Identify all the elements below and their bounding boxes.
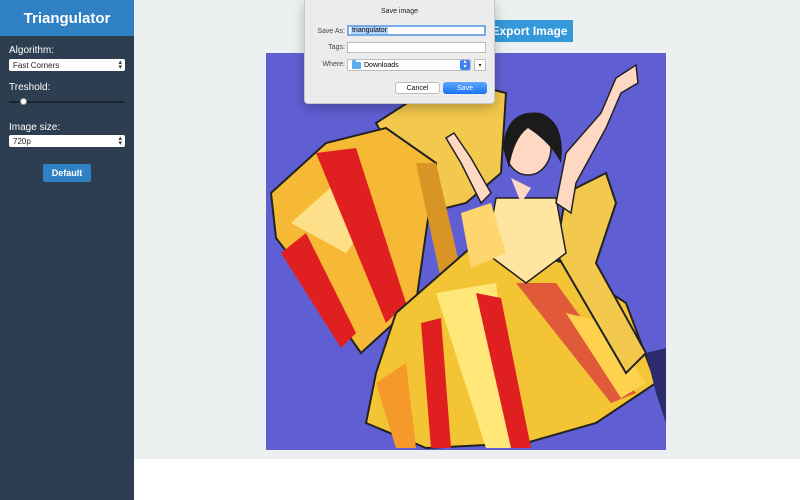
save-button[interactable]: Save: [443, 82, 487, 94]
image-size-label: Image size:: [9, 122, 61, 133]
image-size-select-value: 720p: [13, 136, 31, 146]
folder-icon: [352, 59, 361, 69]
dialog-title: Save image: [381, 8, 418, 15]
threshold-label: Treshold:: [9, 82, 51, 93]
where-select[interactable]: Downloads ▴ ▾: [347, 59, 471, 71]
chevron-updown-icon: ▴ ▾: [118, 59, 122, 71]
cancel-button[interactable]: Cancel: [395, 82, 440, 94]
chevron-updown-icon: ▴ ▾: [460, 59, 470, 70]
where-label: Where:: [322, 61, 345, 68]
save-as-value: triangulator: [351, 27, 389, 34]
sidebar: Triangulator Algorithm: Fast Corners ▴ ▾ …: [0, 0, 134, 500]
algorithm-label: Algorithm:: [9, 45, 55, 56]
algorithm-select-value: Fast Corners: [13, 60, 60, 70]
algorithm-select[interactable]: Fast Corners ▴ ▾: [9, 59, 125, 71]
tags-label: Tags:: [328, 44, 345, 51]
tags-input[interactable]: [347, 42, 486, 53]
slider-thumb[interactable]: [20, 98, 27, 105]
chevron-down-icon: ▾: [478, 62, 482, 69]
chevron-updown-icon: ▴ ▾: [118, 135, 122, 147]
threshold-slider[interactable]: [9, 96, 125, 108]
save-dialog: Save image Save As: triangulator Tags: W…: [304, 0, 495, 104]
app-title: Triangulator: [0, 0, 134, 36]
save-as-input[interactable]: triangulator: [347, 25, 486, 36]
default-button[interactable]: Default: [43, 164, 91, 182]
expand-button[interactable]: ▾: [474, 59, 486, 71]
image-size-select[interactable]: 720p ▴ ▾: [9, 135, 125, 147]
where-value: Downloads: [364, 61, 399, 69]
triangulated-image: [266, 53, 666, 450]
save-as-label: Save As:: [317, 28, 345, 35]
export-image-button[interactable]: Export Image: [486, 20, 573, 42]
